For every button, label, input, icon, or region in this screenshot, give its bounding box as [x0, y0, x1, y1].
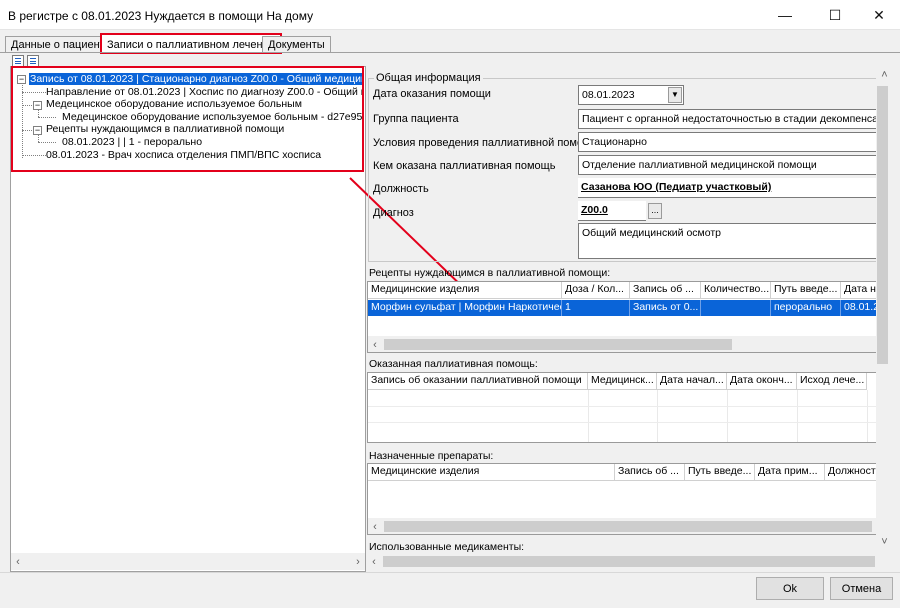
- date-label: Дата оказания помощи: [373, 88, 491, 100]
- recipes-col-5[interactable]: Путь введе...: [771, 282, 841, 299]
- scroll-left-icon[interactable]: ‹: [367, 556, 381, 568]
- recipes-title: Рецепты нуждающимся в паллиативной помощ…: [369, 267, 611, 279]
- recipes-grid[interactable]: Медицинские изделия Доза / Кол... Запись…: [367, 281, 877, 353]
- general-info-legend: Общая информация: [374, 72, 483, 84]
- tree-view[interactable]: − Запись от 08.01.2023 | Стационарно диа…: [12, 68, 362, 170]
- conditions-field[interactable]: Стационарно: [578, 132, 877, 152]
- title-bar: В регистре с 08.01.2023 Нуждается в помо…: [0, 0, 900, 30]
- scroll-down-icon[interactable]: ˅: [876, 536, 893, 548]
- close-button[interactable]: ✕: [856, 0, 900, 30]
- recipes-col-1[interactable]: Медицинские изделия: [368, 282, 562, 299]
- tab-panel-border: [0, 52, 900, 53]
- tab-documents[interactable]: Документы: [262, 36, 331, 53]
- patient-group-label: Группа пациента: [373, 113, 459, 125]
- tab-palliative-records[interactable]: Записи о паллиативном лечении: [100, 33, 282, 54]
- medications-title: Использованные медикаменты:: [369, 541, 525, 553]
- drugs-grid[interactable]: Медицинские изделия Запись об ... Путь в…: [367, 463, 877, 535]
- services-col-4[interactable]: Дата оконч...: [727, 373, 797, 390]
- diagnosis-browse-button[interactable]: ...: [648, 203, 662, 219]
- patient-group-field[interactable]: Пациент с органной недостаточностью в ст…: [578, 109, 877, 129]
- tree-item-recipes-group[interactable]: Рецепты нуждающимся в паллиативной помощ…: [46, 123, 284, 136]
- collapse-equipment-icon[interactable]: −: [33, 101, 42, 110]
- drugs-col-3[interactable]: Путь введе...: [685, 464, 755, 481]
- window-title: В регистре с 08.01.2023 Нуждается в помо…: [8, 9, 314, 23]
- services-title: Оказанная паллиативная помощь:: [369, 358, 538, 370]
- diagnosis-code-field[interactable]: Z00.0: [578, 201, 646, 221]
- drugs-header: Медицинские изделия Запись об ... Путь в…: [368, 464, 876, 481]
- conditions-label: Условия проведения паллиативной помощи: [373, 137, 599, 149]
- recipes-col-2[interactable]: Доза / Кол...: [562, 282, 630, 299]
- vertical-scroll-thumb[interactable]: [877, 86, 888, 364]
- recipes-col-4[interactable]: Количество...: [701, 282, 771, 299]
- services-grid[interactable]: Запись об оказании паллиативной помощи М…: [367, 372, 877, 443]
- tab-bar: Данные о пациенте Записи о паллиативном …: [0, 30, 900, 54]
- collapse-recipes-icon[interactable]: −: [33, 126, 42, 135]
- scroll-left-icon[interactable]: ‹: [368, 521, 382, 533]
- drugs-title: Назначенные препараты:: [369, 450, 494, 462]
- scroll-up-icon[interactable]: ˄: [876, 69, 893, 81]
- drugs-col-4[interactable]: Дата прим...: [755, 464, 825, 481]
- drugs-scroll-thumb[interactable]: [384, 521, 872, 532]
- services-col-3[interactable]: Дата начал...: [657, 373, 727, 390]
- scroll-left-icon[interactable]: ‹: [11, 556, 25, 568]
- footer-divider: [0, 572, 900, 573]
- services-col-1[interactable]: Запись об оказании паллиативной помощи: [368, 373, 588, 390]
- services-col-5[interactable]: Исход лече...: [797, 373, 867, 390]
- recipes-col-6[interactable]: Дата н: [841, 282, 876, 299]
- ok-button[interactable]: Ok: [756, 577, 824, 600]
- tree-item-hospice[interactable]: 08.01.2023 - Врач хосписа отделения ПМП/…: [46, 149, 321, 162]
- scroll-left-icon[interactable]: ‹: [368, 339, 382, 351]
- tree-item-recipe[interactable]: 08.01.2023 | | 1 - перорально: [62, 136, 202, 149]
- recipes-header: Медицинские изделия Доза / Кол... Запись…: [368, 282, 876, 299]
- cancel-button[interactable]: Отмена: [830, 577, 893, 600]
- services-header: Запись об оказании паллиативной помощи М…: [368, 373, 867, 390]
- position-label: Должность: [373, 183, 429, 195]
- tree-item-equipment-group[interactable]: Медецинское оборудование используемое бо…: [46, 98, 302, 111]
- tree-item-root[interactable]: Запись от 08.01.2023 | Стационарно диагн…: [29, 73, 362, 86]
- date-dropdown-icon[interactable]: ▼: [668, 87, 682, 103]
- recipes-col-3[interactable]: Запись об ...: [630, 282, 701, 299]
- maximize-button[interactable]: ☐: [812, 0, 858, 30]
- drugs-col-5[interactable]: Должност: [825, 464, 876, 481]
- services-col-2[interactable]: Медицинск...: [588, 373, 657, 390]
- position-field[interactable]: Сазанова ЮО (Педиатр участковый): [578, 178, 877, 198]
- provider-label: Кем оказана паллиативная помощь: [373, 160, 556, 172]
- diagnosis-label: Диагноз: [373, 207, 414, 219]
- drugs-col-1[interactable]: Медицинские изделия: [368, 464, 615, 481]
- panel-scroll-thumb[interactable]: [383, 556, 875, 567]
- tree-horizontal-scrollbar[interactable]: ‹ ›: [11, 553, 365, 570]
- drugs-col-2[interactable]: Запись об ...: [615, 464, 685, 481]
- minimize-button[interactable]: —: [762, 0, 808, 30]
- collapse-root-icon[interactable]: −: [17, 75, 26, 84]
- diagnosis-text-field[interactable]: Общий медицинский осмотр: [578, 223, 877, 259]
- scroll-right-icon[interactable]: ›: [351, 556, 365, 568]
- recipes-scroll-thumb[interactable]: [384, 339, 732, 350]
- provider-field[interactable]: Отделение паллиативной медицинской помощ…: [578, 155, 877, 175]
- table-row[interactable]: Морфин сульфат | Морфин Наркотичес... 1 …: [368, 300, 876, 316]
